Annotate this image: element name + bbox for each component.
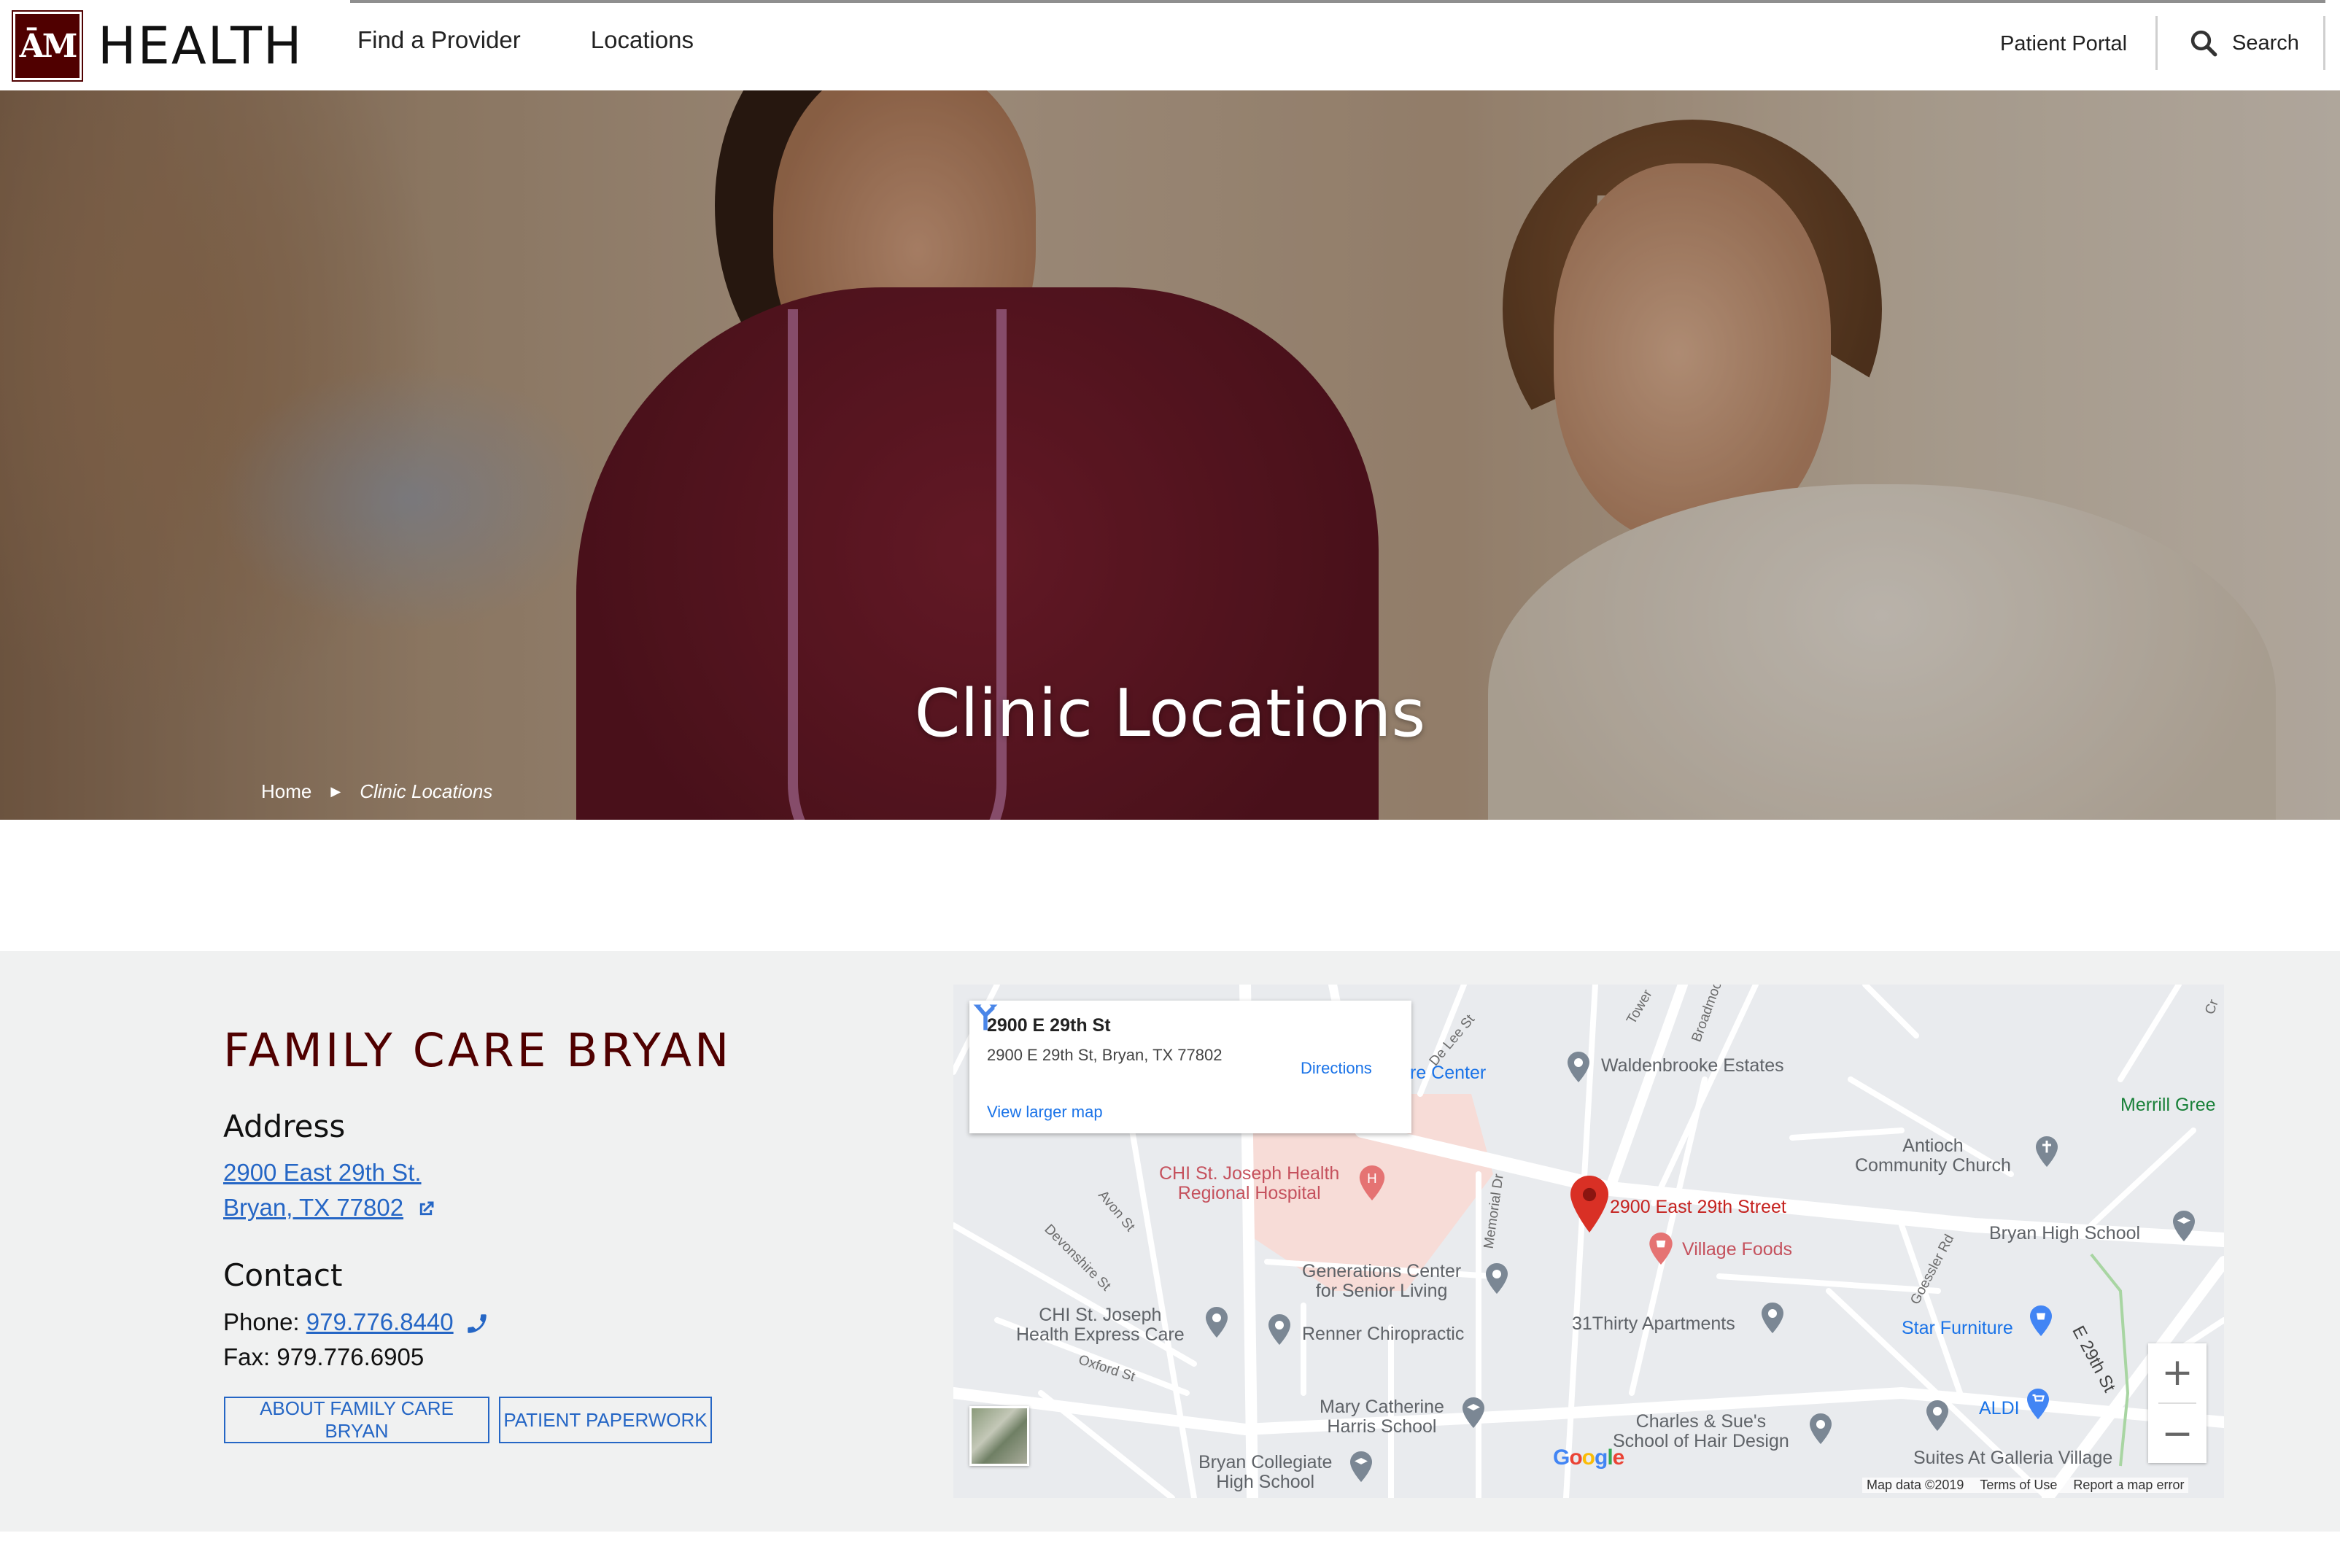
map-label-merrill: Merrill Gree bbox=[2120, 1095, 2216, 1115]
search-icon bbox=[2190, 30, 2217, 57]
nav-locations[interactable]: Locations bbox=[591, 26, 694, 54]
map-label-bryan-high: Bryan High School bbox=[1989, 1223, 2141, 1243]
address-line2-link[interactable]: Bryan, TX 77802 bbox=[223, 1194, 403, 1221]
logo-text: HEALTH bbox=[98, 16, 303, 76]
cart-pin-icon bbox=[2027, 1389, 2049, 1419]
map-label-bryan-collegiate: Bryan Collegiate High School bbox=[1198, 1452, 1333, 1492]
location-marker-icon[interactable] bbox=[1570, 1176, 1608, 1233]
external-link-icon bbox=[420, 1201, 434, 1216]
map-pin-label: 2900 East 29th Street bbox=[1610, 1197, 1786, 1217]
breadcrumb: Home ▶ Clinic Locations bbox=[261, 780, 492, 803]
map-label-mary-catherine: Mary Catherine Harris School bbox=[1320, 1397, 1444, 1437]
school-pin-icon-2 bbox=[1462, 1397, 1484, 1428]
phone-link[interactable]: 979.776.8440 bbox=[306, 1308, 454, 1335]
view-larger-map-link[interactable]: View larger map bbox=[987, 1103, 1103, 1122]
map-label-chi-hospital: CHI St. Joseph Health Regional Hospital bbox=[1159, 1163, 1340, 1203]
zoom-divider bbox=[2158, 1402, 2196, 1404]
header-divider-right bbox=[2323, 16, 2325, 70]
zoom-in-button[interactable]: + bbox=[2148, 1343, 2207, 1402]
google-logo: Google bbox=[1553, 1445, 1624, 1470]
search-button[interactable]: Search bbox=[2188, 28, 2299, 58]
patient-paperwork-button[interactable]: PATIENT PAPERWORK bbox=[499, 1397, 712, 1443]
map-pin-icon bbox=[1568, 1052, 1589, 1082]
chiropractic-pin-icon bbox=[1268, 1314, 1290, 1345]
header-divider bbox=[2155, 16, 2158, 70]
school-pin-icon bbox=[2173, 1211, 2195, 1241]
map-attribution: Map data ©2019 Terms of Use Report a map… bbox=[1862, 1478, 2189, 1493]
place-pin-icon bbox=[1486, 1263, 1508, 1294]
map-terms-link[interactable]: Terms of Use bbox=[1980, 1478, 2057, 1493]
phone-line: Phone: 979.776.8440 bbox=[223, 1308, 489, 1336]
main-nav: Find a Provider Locations bbox=[357, 26, 694, 54]
salon-pin-icon bbox=[1810, 1413, 1832, 1444]
map-label-center: re Center bbox=[1410, 1063, 1487, 1083]
zoom-out-button[interactable]: − bbox=[2148, 1405, 2207, 1463]
search-label: Search bbox=[2232, 31, 2299, 55]
map-label-antioch: Antioch Community Church bbox=[1855, 1136, 2011, 1176]
map-label-charles-sues: Charles & Sue's School of Hair Design bbox=[1613, 1411, 1789, 1451]
store-pin-icon bbox=[2030, 1305, 2052, 1336]
directions-icon[interactable] bbox=[969, 1001, 1002, 1033]
site-header: ĀM HEALTH Find a Provider Locations Pati… bbox=[0, 0, 2340, 90]
shopping-pin-icon bbox=[1649, 1233, 1673, 1265]
info-window-title: 2900 E 29th St bbox=[987, 1015, 1111, 1036]
patient-portal-link[interactable]: Patient Portal bbox=[2000, 32, 2127, 56]
nav-find-provider[interactable]: Find a Provider bbox=[357, 26, 521, 54]
clinic-pin-icon bbox=[1206, 1307, 1228, 1338]
church-pin-icon bbox=[2036, 1136, 2058, 1167]
aldi-pin-icon bbox=[1926, 1400, 1948, 1431]
address-heading: Address bbox=[223, 1109, 346, 1144]
address-line1-link[interactable]: 2900 East 29th St. bbox=[223, 1159, 422, 1186]
map-label-aldi: ALDI bbox=[1979, 1398, 2020, 1418]
clinic-name: FAMILY CARE BRYAN bbox=[223, 1024, 732, 1077]
school-pin-icon-3 bbox=[1350, 1451, 1372, 1482]
phone-label: Phone: bbox=[223, 1308, 300, 1335]
map-label-chi-express: CHI St. Joseph Health Express Care bbox=[1016, 1305, 1185, 1345]
breadcrumb-current: Clinic Locations bbox=[360, 780, 493, 802]
map-label-renner: Renner Chiropractic bbox=[1302, 1324, 1465, 1344]
map-label-generations: Generations Center for Senior Living bbox=[1302, 1261, 1462, 1301]
hero-banner: Clinic Locations Home ▶ Clinic Locations bbox=[0, 90, 2340, 820]
contact-heading: Contact bbox=[223, 1257, 343, 1293]
satellite-toggle[interactable] bbox=[969, 1406, 1029, 1466]
breadcrumb-separator-icon: ▶ bbox=[330, 784, 341, 799]
hospital-pin-icon: H bbox=[1359, 1165, 1385, 1200]
page-title: Clinic Locations bbox=[914, 675, 1426, 752]
about-clinic-button[interactable]: ABOUT FAMILY CARE BRYAN bbox=[224, 1397, 489, 1443]
map-label-waldenbrooke: Waldenbrooke Estates bbox=[1601, 1055, 1784, 1076]
fax-line: Fax: 979.776.6905 bbox=[223, 1343, 425, 1370]
map-label-galleria: Suites At Galleria Village bbox=[1913, 1448, 2113, 1468]
breadcrumb-home[interactable]: Home bbox=[261, 780, 311, 803]
site-logo[interactable]: ĀM HEALTH bbox=[12, 10, 303, 82]
hero-notch bbox=[1145, 820, 1303, 859]
apartment-pin-icon bbox=[1762, 1303, 1783, 1333]
map-label-star-furniture: Star Furniture bbox=[1902, 1318, 2013, 1338]
tamu-logo-mark: ĀM bbox=[12, 10, 83, 82]
map-info-window: 2900 E 29th St 2900 E 29th St, Bryan, TX… bbox=[969, 1001, 1411, 1133]
map-report-error-link[interactable]: Report a map error bbox=[2073, 1478, 2184, 1493]
header-top-border bbox=[350, 0, 2325, 3]
directions-link[interactable]: Directions bbox=[1301, 1059, 1372, 1078]
embedded-map[interactable]: 2900 E 29th St 2900 E 29th St, Bryan, TX… bbox=[953, 985, 2224, 1498]
info-window-address: 2900 E 29th St, Bryan, TX 77802 bbox=[987, 1046, 1223, 1064]
map-zoom-controls: + − bbox=[2148, 1343, 2207, 1463]
phone-icon bbox=[468, 1314, 487, 1334]
map-label-31thirty: 31Thirty Apartments bbox=[1572, 1313, 1735, 1334]
svg-text:H: H bbox=[1367, 1171, 1377, 1186]
map-label-village-foods: Village Foods bbox=[1682, 1239, 1793, 1260]
clinic-address: 2900 East 29th St. Bryan, TX 77802 bbox=[223, 1155, 436, 1225]
map-data-credit: Map data ©2019 bbox=[1867, 1478, 1964, 1492]
